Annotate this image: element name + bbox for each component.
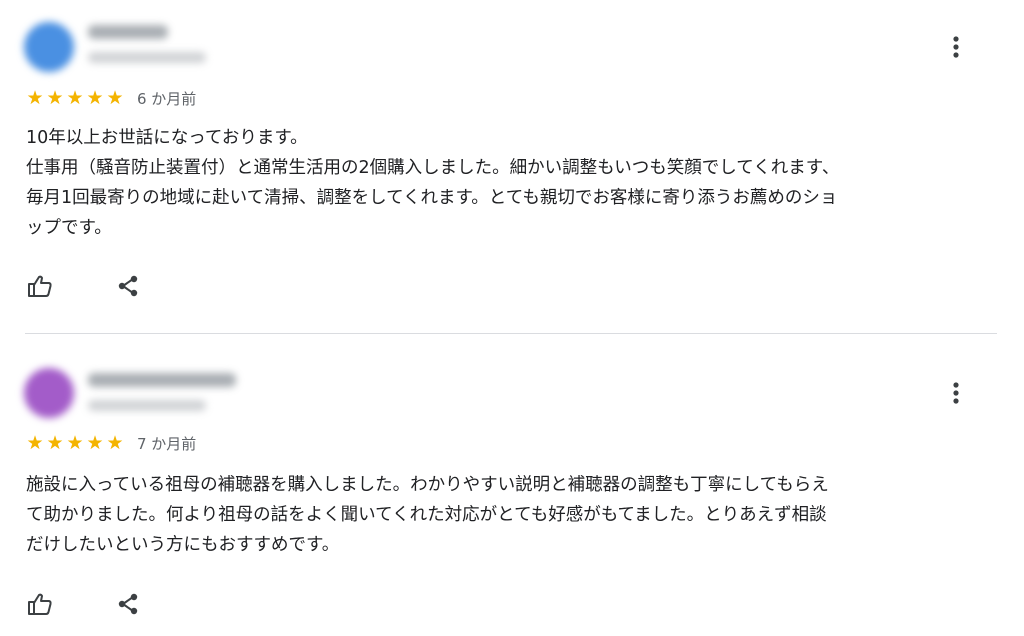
star-icon: ★ <box>66 87 84 109</box>
review-date: 6 か月前 <box>137 89 197 108</box>
review-actions <box>22 586 146 622</box>
rating-row: ★ ★ ★ ★ ★ 7 か月前 <box>25 433 196 453</box>
star-icon: ★ <box>66 432 84 454</box>
star-icon: ★ <box>46 87 64 109</box>
star-rating: ★ ★ ★ ★ ★ <box>25 433 125 453</box>
reviewer-name[interactable] <box>88 25 168 39</box>
like-button[interactable] <box>22 586 58 622</box>
star-icon: ★ <box>26 432 44 454</box>
share-icon <box>118 593 138 615</box>
share-button[interactable] <box>110 586 146 622</box>
star-rating: ★ ★ ★ ★ ★ <box>25 88 125 108</box>
more-vert-icon <box>953 382 959 404</box>
star-icon: ★ <box>86 87 104 109</box>
review-text: 10年以上お世話になっております。 仕事用（騒音防止装置付）と通常生活用の2個購… <box>26 128 840 238</box>
like-button[interactable] <box>22 268 58 304</box>
reviewer-meta <box>88 52 206 63</box>
review-text: 施設に入っている祖母の補聴器を購入しました。わかりやすい説明と補聴器の調整も丁寧… <box>26 475 829 555</box>
star-icon: ★ <box>26 87 44 109</box>
review-date: 7 か月前 <box>137 434 197 453</box>
review-actions <box>22 268 146 304</box>
avatar[interactable] <box>24 22 74 72</box>
reviewer-meta <box>88 400 206 411</box>
star-icon: ★ <box>46 432 64 454</box>
review-card: ★ ★ ★ ★ ★ 7 か月前 施設に入っている祖母の補聴器を購入しました。わかりやすい… <box>0 333 1024 636</box>
star-icon: ★ <box>86 432 104 454</box>
reviewer-name[interactable] <box>88 373 236 387</box>
more-vert-icon <box>953 36 959 58</box>
star-icon: ★ <box>106 87 124 109</box>
avatar[interactable] <box>24 368 74 418</box>
thumb-up-icon <box>28 593 52 615</box>
more-options-button[interactable] <box>940 377 972 409</box>
share-icon <box>118 275 138 297</box>
share-button[interactable] <box>110 268 146 304</box>
thumb-up-icon <box>28 275 52 297</box>
more-options-button[interactable] <box>940 31 972 63</box>
star-icon: ★ <box>106 432 124 454</box>
rating-row: ★ ★ ★ ★ ★ 6 か月前 <box>25 88 196 108</box>
review-card: ★ ★ ★ ★ ★ 6 か月前 10年以上お世話になっております。 仕事用（騒音防止装置… <box>0 0 1024 333</box>
